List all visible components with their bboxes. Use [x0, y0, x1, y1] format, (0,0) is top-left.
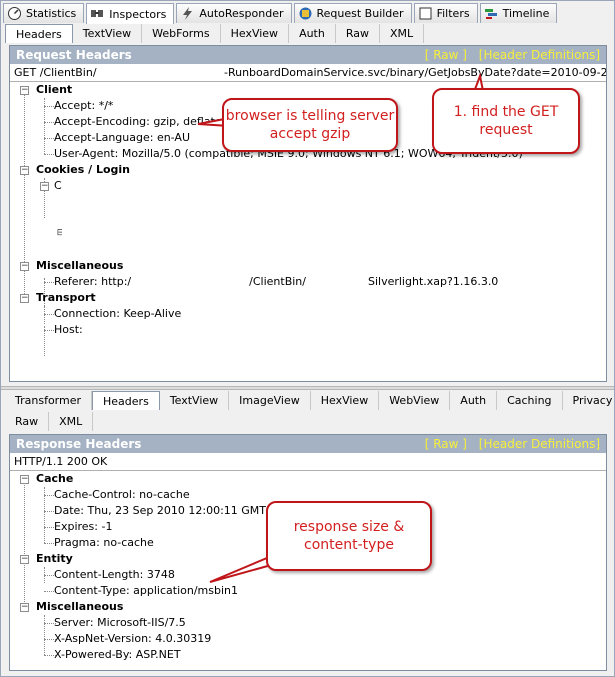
header-x-powered-by: X-Powered-By: ASP.NET [54, 648, 181, 661]
tab-filters[interactable]: Filters [413, 3, 478, 23]
autoresponder-icon [180, 6, 195, 21]
response-header-definitions-link[interactable]: [Header Definitions] [479, 437, 600, 451]
request-tab-xml[interactable]: XML [380, 24, 425, 43]
collapse-cookies-toggle[interactable]: − [20, 166, 29, 175]
response-view-tabs-row2: Raw XML [5, 412, 94, 431]
filters-icon [418, 6, 433, 21]
response-tab-hexview[interactable]: HexView [311, 391, 380, 410]
header-pragma: Pragma: no-cache [54, 536, 154, 549]
callout-find-get-request: 1. find the GET request [432, 88, 580, 154]
request-headers-bar: Request Headers [ Raw ] [Header Definiti… [10, 46, 606, 64]
response-tab-caching[interactable]: Caching [497, 391, 563, 410]
request-tab-auth[interactable]: Auth [289, 24, 336, 43]
redacted-cookie-block [62, 178, 598, 242]
callout-gzip: browser is telling server accept gzip [222, 98, 398, 152]
collapse-cache-toggle[interactable]: − [20, 475, 29, 484]
header-expires: Expires: -1 [54, 520, 113, 533]
request-headers-title: Request Headers [16, 48, 132, 62]
response-tab-transformer[interactable]: Transformer [5, 391, 93, 410]
request-tab-webforms[interactable]: WebForms [142, 24, 221, 43]
tab-request-builder[interactable]: Request Builder [293, 3, 412, 23]
tab-label: AutoResponder [199, 7, 284, 20]
collapse-client-toggle[interactable]: − [20, 86, 29, 95]
header-accept: Accept: */* [54, 99, 114, 112]
response-headers-title: Response Headers [16, 437, 142, 451]
tab-statistics[interactable]: Statistics [3, 3, 85, 23]
collapse-transport-toggle[interactable]: − [20, 294, 29, 303]
request-tab-textview[interactable]: TextView [73, 24, 143, 43]
response-status-line: HTTP/1.1 200 OK [10, 453, 606, 471]
statistics-icon [7, 6, 22, 21]
header-x-aspnet-version: X-AspNet-Version: 4.0.30319 [54, 632, 212, 645]
header-host: Host: [54, 323, 83, 336]
referer-prefix: Referer: http:/ [54, 275, 132, 288]
request-line-method-path: GET /ClientBin/ [14, 66, 97, 79]
response-tab-privacy[interactable]: Privacy [563, 391, 615, 410]
response-tab-auth[interactable]: Auth [450, 391, 498, 410]
callout-response-size: response size & content-type [266, 501, 432, 571]
group-cookies-login: Cookies / Login [36, 163, 130, 176]
request-tab-raw[interactable]: Raw [336, 24, 380, 43]
header-cache-control: Cache-Control: no-cache [54, 488, 190, 501]
response-raw-link[interactable]: [ Raw ] [425, 437, 467, 451]
header-content-length: Content-Length: 3748 [54, 568, 175, 581]
inspectors-icon [90, 7, 105, 22]
group-cache: Cache [36, 472, 74, 485]
header-date: Date: Thu, 23 Sep 2010 12:00:11 GMT [54, 504, 266, 517]
tab-timeline[interactable]: Timeline [479, 3, 558, 23]
request-raw-link[interactable]: [ Raw ] [425, 48, 467, 62]
request-builder-icon [298, 6, 313, 21]
request-line-url: -RunboardDomainService.svc/binary/GetJob… [224, 66, 606, 79]
response-headers-bar: Response Headers [ Raw ] [Header Definit… [10, 435, 606, 453]
header-connection: Connection: Keep-Alive [54, 307, 182, 320]
collapse-response-misc-toggle[interactable]: − [20, 603, 29, 612]
response-tab-xml[interactable]: XML [49, 412, 94, 431]
referer-suffix: Silverlight.xap?1.16.3.0 [367, 275, 499, 288]
header-accept-language: Accept-Language: en-AU [54, 131, 190, 144]
request-tab-hexview[interactable]: HexView [221, 24, 290, 43]
response-tab-webview[interactable]: WebView [379, 391, 451, 410]
response-tab-textview[interactable]: TextView [160, 391, 230, 410]
group-response-miscellaneous: Miscellaneous [36, 600, 124, 613]
group-miscellaneous: Miscellaneous [36, 259, 124, 272]
tab-label: Inspectors [109, 7, 167, 21]
tab-autoresponder[interactable]: AutoResponder [176, 3, 292, 23]
tab-label: Statistics [26, 7, 77, 20]
collapse-cookie-toggle[interactable]: − [40, 182, 49, 191]
request-tab-headers[interactable]: Headers [5, 24, 73, 43]
response-tab-raw[interactable]: Raw [5, 412, 50, 431]
header-server: Server: Microsoft-IIS/7.5 [54, 616, 186, 629]
top-tab-strip: Statistics Inspectors AutoResponder Requ… [3, 3, 612, 24]
response-tab-imageview[interactable]: ImageView [229, 391, 311, 410]
status-line-text: HTTP/1.1 200 OK [14, 455, 108, 468]
tab-label: Filters [436, 7, 470, 20]
collapse-entity-toggle[interactable]: − [20, 555, 29, 564]
response-tab-headers[interactable]: Headers [92, 391, 160, 410]
tab-inspectors[interactable]: Inspectors [86, 3, 175, 24]
header-content-type: Content-Type: application/msbin1 [54, 584, 239, 597]
request-view-tabs: Headers TextView WebForms HexView Auth R… [5, 24, 425, 43]
request-header-definitions-link[interactable]: [Header Definitions] [479, 48, 600, 62]
request-line: GET /ClientBin/ -RunboardDomainService.s… [10, 64, 606, 82]
pane-splitter[interactable] [1, 386, 614, 390]
tab-label: Timeline [502, 7, 550, 20]
collapse-misc-toggle[interactable]: − [20, 262, 29, 271]
timeline-icon [484, 6, 499, 21]
group-client: Client [36, 83, 73, 96]
group-entity: Entity [36, 552, 73, 565]
response-view-tabs-row1: Transformer Headers TextView ImageView H… [5, 391, 615, 410]
referer-path: /ClientBin/ [249, 275, 306, 288]
group-transport: Transport [36, 291, 96, 304]
tab-label: Request Builder [316, 7, 404, 20]
header-referer: Referer: http:/ /ClientBin/Silverlight.xa… [54, 274, 498, 290]
header-accept-encoding: Accept-Encoding: gzip, deflate [54, 115, 222, 128]
